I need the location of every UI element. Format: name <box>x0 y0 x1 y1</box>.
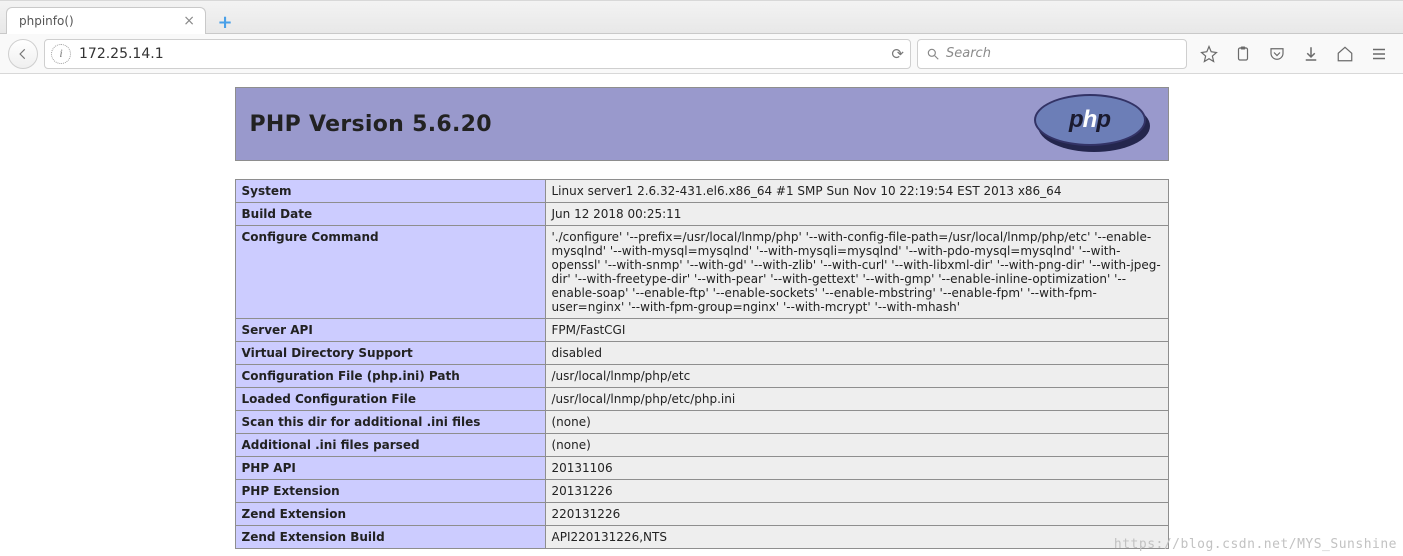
row-value: './configure' '--prefix=/usr/local/lnmp/… <box>545 226 1168 319</box>
toolbar-icons <box>1193 44 1395 64</box>
downloads-icon[interactable] <box>1301 44 1321 64</box>
tab-active[interactable]: phpinfo() × <box>6 7 206 34</box>
tab-strip: phpinfo() × + <box>0 1 1403 34</box>
phpinfo-header: PHP Version 5.6.20 php <box>235 87 1169 161</box>
php-logo: php <box>1034 94 1154 154</box>
row-key: System <box>235 180 545 203</box>
row-key: Additional .ini files parsed <box>235 434 545 457</box>
table-row: Virtual Directory Supportdisabled <box>235 342 1168 365</box>
row-key: Scan this dir for additional .ini files <box>235 411 545 434</box>
clipboard-icon[interactable] <box>1233 44 1253 64</box>
row-key: PHP Extension <box>235 480 545 503</box>
table-row: PHP API20131106 <box>235 457 1168 480</box>
phpinfo-table: SystemLinux server1 2.6.32-431.el6.x86_6… <box>235 179 1169 549</box>
row-value: 20131226 <box>545 480 1168 503</box>
row-value: FPM/FastCGI <box>545 319 1168 342</box>
row-key: Zend Extension Build <box>235 526 545 549</box>
page-title: PHP Version 5.6.20 <box>250 112 492 137</box>
row-value: 20131106 <box>545 457 1168 480</box>
row-value: API220131226,NTS <box>545 526 1168 549</box>
row-value: Jun 12 2018 00:25:11 <box>545 203 1168 226</box>
identity-icon[interactable]: i <box>51 44 71 64</box>
tab-title: phpinfo() <box>19 14 175 28</box>
menu-icon[interactable] <box>1369 44 1389 64</box>
page-viewport[interactable]: PHP Version 5.6.20 php SystemLinux serve… <box>0 75 1403 556</box>
table-row: Loaded Configuration File/usr/local/lnmp… <box>235 388 1168 411</box>
close-icon[interactable]: × <box>183 14 195 28</box>
row-value: (none) <box>545 411 1168 434</box>
row-value: 220131226 <box>545 503 1168 526</box>
row-value: disabled <box>545 342 1168 365</box>
row-key: Server API <box>235 319 545 342</box>
row-value: (none) <box>545 434 1168 457</box>
table-row: Configuration File (php.ini) Path/usr/lo… <box>235 365 1168 388</box>
home-icon[interactable] <box>1335 44 1355 64</box>
search-input[interactable] <box>946 46 1178 61</box>
search-bar[interactable] <box>917 39 1187 69</box>
row-key: Build Date <box>235 203 545 226</box>
new-tab-button[interactable]: + <box>212 11 238 33</box>
pocket-icon[interactable] <box>1267 44 1287 64</box>
table-row: Additional .ini files parsed(none) <box>235 434 1168 457</box>
bookmark-star-icon[interactable] <box>1199 44 1219 64</box>
row-value: /usr/local/lnmp/php/etc/php.ini <box>545 388 1168 411</box>
search-icon <box>926 47 940 61</box>
toolbar: i ⟳ <box>0 34 1403 74</box>
row-key: Loaded Configuration File <box>235 388 545 411</box>
row-key: Zend Extension <box>235 503 545 526</box>
table-row: Zend Extension220131226 <box>235 503 1168 526</box>
arrow-left-icon <box>16 47 30 61</box>
table-row: PHP Extension20131226 <box>235 480 1168 503</box>
table-row: Scan this dir for additional .ini files(… <box>235 411 1168 434</box>
url-input[interactable] <box>79 46 883 62</box>
phpinfo-content: PHP Version 5.6.20 php SystemLinux serve… <box>235 87 1169 549</box>
table-row: Zend Extension BuildAPI220131226,NTS <box>235 526 1168 549</box>
url-bar[interactable]: i ⟳ <box>44 39 911 69</box>
table-row: SystemLinux server1 2.6.32-431.el6.x86_6… <box>235 180 1168 203</box>
row-key: Virtual Directory Support <box>235 342 545 365</box>
row-value: Linux server1 2.6.32-431.el6.x86_64 #1 S… <box>545 180 1168 203</box>
table-row: Server APIFPM/FastCGI <box>235 319 1168 342</box>
row-key: PHP API <box>235 457 545 480</box>
row-value: /usr/local/lnmp/php/etc <box>545 365 1168 388</box>
reload-icon[interactable]: ⟳ <box>891 45 904 63</box>
back-button[interactable] <box>8 39 38 69</box>
row-key: Configuration File (php.ini) Path <box>235 365 545 388</box>
row-key: Configure Command <box>235 226 545 319</box>
table-row: Configure Command'./configure' '--prefix… <box>235 226 1168 319</box>
table-row: Build DateJun 12 2018 00:25:11 <box>235 203 1168 226</box>
